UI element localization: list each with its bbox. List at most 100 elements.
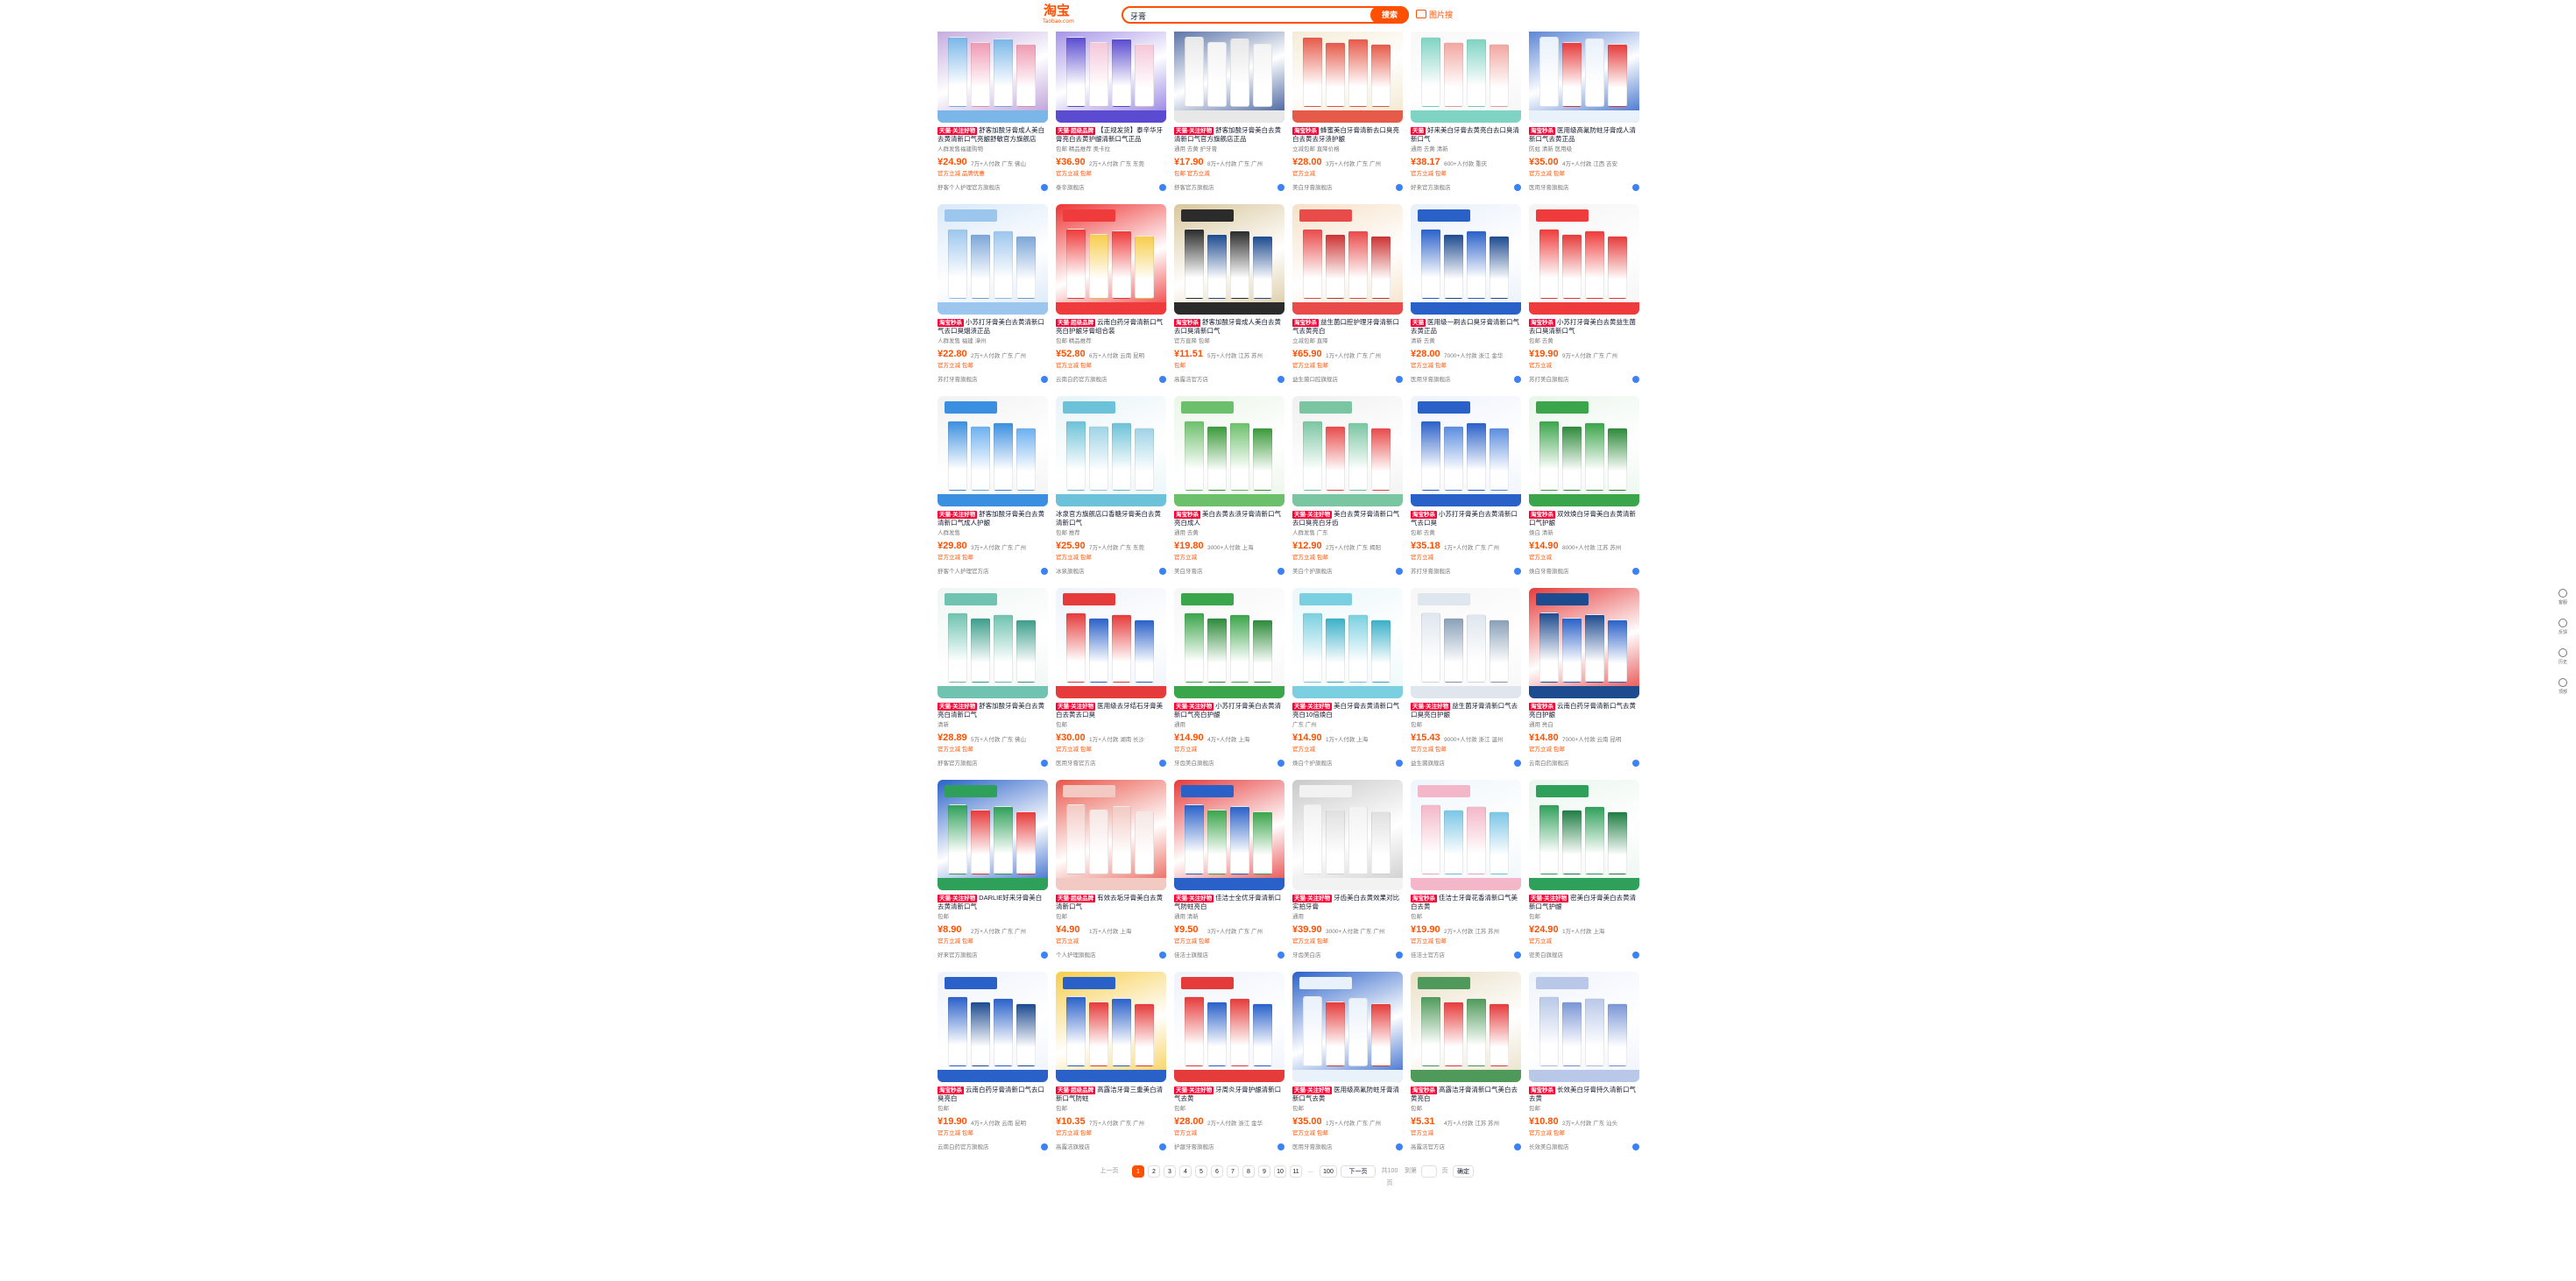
shop-name[interactable]: 苏打美白旗舰店 [1529, 376, 1632, 384]
product-image[interactable] [1056, 588, 1166, 698]
product-title[interactable]: 天猫·关注好物 益生菌牙膏清新口气去口臭亮白护龈 [1411, 702, 1521, 719]
page-button[interactable]: 3 [1164, 1165, 1176, 1178]
shop-icon[interactable] [1514, 760, 1521, 767]
page-button[interactable]: 8 [1242, 1165, 1255, 1178]
product-card[interactable]: 天猫·关注好物 佳洁士全优牙膏清新口气防蛀亮白 通用 清新 ¥9.50 3万+人付款 广… [1174, 780, 1284, 960]
floating-sidebar-item[interactable]: 历史 [2553, 648, 2572, 675]
floating-sidebar-item[interactable]: 反馈 [2553, 619, 2572, 645]
shop-name[interactable]: 益生菌旗舰店 [1411, 760, 1514, 768]
shop-name[interactable]: 医用牙膏旗舰店 [1411, 376, 1514, 384]
product-image[interactable] [938, 396, 1048, 506]
product-title[interactable]: 天猫·关注好物 舒客加酸牙膏美白去黄清新口气成人护龈 [938, 510, 1048, 527]
shop-icon[interactable] [1632, 952, 1639, 959]
shop-icon[interactable] [1159, 760, 1166, 767]
product-card[interactable]: 天猫·超级品牌 有效去垢牙膏美白去黄清新口气 包邮 ¥4.90 1万+人付款 上海 官方立… [1056, 780, 1166, 960]
product-title[interactable]: 淘宝秒杀 益生菌口腔护理牙膏清新口气去黄亮白 [1292, 318, 1403, 336]
product-title[interactable]: 淘宝秒杀 佳洁士牙膏花香清新口气美白去黄 [1411, 894, 1521, 911]
product-title[interactable]: 冰泉官方旗舰店口香糖牙膏美白去黄清新口气 [1056, 510, 1166, 527]
shop-icon[interactable] [1396, 184, 1403, 191]
product-title[interactable]: 淘宝秒杀 医用级高氟防蛀牙膏成人清新口气去黄正品 [1529, 126, 1639, 144]
product-card[interactable]: 天猫·关注好物 牙周炎牙膏护龈清新口气去黄 包邮 ¥28.00 2万+人付款 浙江 金华… [1174, 972, 1284, 1152]
shop-icon[interactable] [1396, 952, 1403, 959]
shop-icon[interactable] [1041, 1143, 1048, 1150]
product-title[interactable]: 淘宝秒杀 云南白药牙膏清新口气去口臭亮白 [938, 1086, 1048, 1103]
product-title[interactable]: 淘宝秒杀 高露洁牙膏清新口气美白去黄亮白 [1411, 1086, 1521, 1103]
product-image[interactable] [1056, 204, 1166, 315]
product-title[interactable]: 天猫·关注好物 美白牙膏去黄清新口气亮白10倍焕白 [1292, 702, 1403, 719]
shop-name[interactable]: 医用牙膏官方店 [1056, 760, 1159, 768]
product-title[interactable]: 淘宝秒杀 长效美白牙膏持久清新口气去黄 [1529, 1086, 1639, 1103]
product-card[interactable]: 淘宝秒杀 云南白药牙膏清新口气去黄亮白护龈 通用 亮白 ¥14.80 7000+人付款 … [1529, 588, 1639, 768]
product-title[interactable]: 天猫 好来美白牙膏去黄亮白去口臭清新口气 [1411, 126, 1521, 144]
product-image[interactable] [938, 780, 1048, 890]
shop-name[interactable]: 冰泉旗舰店 [1056, 568, 1159, 576]
shop-name[interactable]: 舒客个人护理官方旗舰店 [938, 184, 1041, 192]
product-image[interactable] [938, 588, 1048, 698]
shop-name[interactable]: 长效美白旗舰店 [1529, 1143, 1632, 1151]
product-card[interactable]: 天猫·关注好物 医用级高氟防蛀牙膏清新口气去黄 包邮 ¥35.00 1万+人付款 广东 … [1292, 972, 1403, 1152]
product-title[interactable]: 天猫·关注好物 牙周炎牙膏护龈清新口气去黄 [1174, 1086, 1284, 1103]
floating-sidebar-item[interactable]: 顶部 [2553, 678, 2572, 704]
product-card[interactable]: 天猫·关注好物 密美白牙膏美白去黄清新口气护龈 包邮 ¥24.90 1万+人付款 上海官… [1529, 780, 1639, 960]
product-card[interactable]: 淘宝秒杀 小苏打牙膏美白去黄益生菌去口臭清新口气 包邮 去黄 ¥19.90 9万+人付款… [1529, 204, 1639, 385]
product-card[interactable]: 天猫·超级品牌 【正规发货】泰辛华牙膏亮白去黄护龈清新口气正品 包邮 精品推荐 奥卡… [1056, 12, 1166, 193]
product-card[interactable]: 天猫·关注好物 美白牙膏去黄清新口气亮白10倍焕白 广东 广州 ¥14.90 1万+人付… [1292, 588, 1403, 768]
product-image[interactable] [938, 972, 1048, 1082]
shop-icon[interactable] [1277, 952, 1284, 959]
shop-icon[interactable] [1514, 952, 1521, 959]
shop-name[interactable]: 好来官方旗舰店 [938, 952, 1041, 959]
shop-name[interactable]: 牙齿美白店 [1292, 952, 1396, 959]
shop-icon[interactable] [1396, 760, 1403, 767]
product-card[interactable]: 淘宝秒杀 长效美白牙膏持久清新口气去黄 包邮 ¥10.80 2万+人付款 广东 汕头 官方… [1529, 972, 1639, 1152]
page-button[interactable]: 2 [1148, 1165, 1160, 1178]
shop-icon[interactable] [1632, 184, 1639, 191]
product-card[interactable]: 天猫·关注好物 舒客加酸牙膏美白去黄清新口气官方旗舰店正品 通用 去黄 护牙膏 ¥17… [1174, 12, 1284, 193]
shop-name[interactable]: 焕白个护旗舰店 [1292, 760, 1396, 768]
shop-name[interactable]: 牙齿美白旗舰店 [1174, 760, 1277, 768]
product-card[interactable]: 天猫·关注好物 美白去黄牙膏清新口气去口臭亮白牙齿 人群发售 广东 ¥12.90 2万+… [1292, 396, 1403, 577]
product-card[interactable]: 天猫·超级品牌 云南白药牙膏清新口气亮白护龈牙膏组合装 包邮 精品推荐 ¥52.80 6… [1056, 204, 1166, 385]
shop-name[interactable]: 高露洁官方店 [1411, 1143, 1514, 1151]
product-image[interactable] [1529, 588, 1639, 698]
shop-icon[interactable] [1396, 1143, 1403, 1150]
page-button[interactable]: 10 [1274, 1165, 1286, 1178]
product-title[interactable]: 淘宝秒杀 双效焕白牙膏美白去黄清新口气护龈 [1529, 510, 1639, 527]
shop-name[interactable]: 佳洁士官方店 [1411, 952, 1514, 959]
shop-name[interactable]: 舒客官方旗舰店 [938, 760, 1041, 768]
product-title[interactable]: 天猫·关注好物 小苏打牙膏美白去黄清新口气亮白护龈 [1174, 702, 1284, 719]
product-title[interactable]: 天猫·关注好物 舒客加酸牙膏美白去黄亮白清新口气 [938, 702, 1048, 719]
shop-icon[interactable] [1632, 568, 1639, 575]
product-card[interactable]: 淘宝秒杀 益生菌口腔护理牙膏清新口气去黄亮白 立减包邮 直降 ¥65.90 1万+人付款… [1292, 204, 1403, 385]
shop-icon[interactable] [1041, 568, 1048, 575]
search-button[interactable]: 搜索 [1370, 6, 1409, 24]
product-image[interactable] [1292, 780, 1403, 890]
product-image[interactable] [1529, 780, 1639, 890]
photo-search-button[interactable]: 图片搜 [1416, 8, 1453, 22]
product-card[interactable]: 天猫·关注好物 牙齿美白去黄效果对比实拍牙膏 通用 ¥39.90 3000+人付款 广东… [1292, 780, 1403, 960]
product-card[interactable]: 淘宝秒杀 蜂蜜美白牙膏清新去口臭亮白去黄去牙渍护龈 立减包邮 直降价格 ¥28.00 3… [1292, 12, 1403, 193]
shop-icon[interactable] [1632, 1143, 1639, 1150]
product-title[interactable]: 天猫·关注好物 医用级去牙结石牙膏美白去黄去口臭 [1056, 702, 1166, 719]
shop-icon[interactable] [1041, 184, 1048, 191]
search-input[interactable] [1130, 10, 1341, 22]
next-page-button[interactable]: 下一页 [1341, 1165, 1376, 1178]
product-image[interactable] [1411, 396, 1521, 506]
product-card[interactable]: 天猫·关注好物 舒客加酸牙膏成人美白去黄清新口气亮龈舒敏官方旗舰店 人群发售福建购物… [938, 12, 1048, 193]
product-image[interactable] [938, 204, 1048, 315]
shop-name[interactable]: 云南白药官方旗舰店 [1056, 376, 1159, 384]
page-button-last[interactable]: 100 [1320, 1165, 1337, 1178]
product-title[interactable]: 天猫·关注好物 美白去黄牙膏清新口气去口臭亮白牙齿 [1292, 510, 1403, 527]
product-card[interactable]: 淘宝秒杀 美白去黄去渍牙膏清新口气亮白成人 通用 去黄 ¥19.80 3000+人付款 … [1174, 396, 1284, 577]
product-image[interactable] [1529, 972, 1639, 1082]
shop-icon[interactable] [1277, 1143, 1284, 1150]
shop-name[interactable]: 舒客个人护理官方店 [938, 568, 1041, 576]
shop-icon[interactable] [1632, 376, 1639, 383]
product-card[interactable]: 淘宝秒杀 云南白药牙膏清新口气去口臭亮白 包邮 ¥19.90 4万+人付款 云南 昆明官… [938, 972, 1048, 1152]
product-card[interactable]: 天猫·关注好物 医用级去牙结石牙膏美白去黄去口臭 包邮 ¥30.00 1万+人付款 湖南… [1056, 588, 1166, 768]
product-image[interactable] [1174, 204, 1284, 315]
product-image[interactable] [1174, 588, 1284, 698]
shop-name[interactable]: 高露洁旗舰店 [1056, 1143, 1159, 1151]
goto-confirm-button[interactable]: 确定 [1453, 1165, 1474, 1178]
shop-icon[interactable] [1159, 1143, 1166, 1150]
shop-icon[interactable] [1396, 568, 1403, 575]
